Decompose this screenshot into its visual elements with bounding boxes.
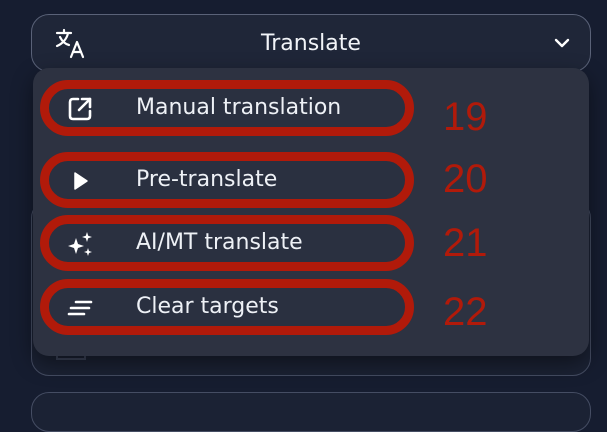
background-panel-lower: [31, 392, 591, 432]
step-number: 22: [443, 290, 488, 334]
chevron-down-icon[interactable]: [552, 35, 572, 51]
step-number: 19: [443, 95, 488, 139]
menu-item-clear-targets[interactable]: Clear targets: [40, 279, 414, 335]
menu-item-label: Clear targets: [136, 294, 279, 319]
translate-menu: Manual translation Pre-translate AI/MT t…: [33, 68, 589, 356]
sparkles-icon: [68, 232, 92, 256]
translate-dropdown-toggle[interactable]: Translate: [31, 14, 591, 72]
menu-item-manual-translation[interactable]: Manual translation: [40, 80, 414, 136]
step-number: 20: [443, 157, 488, 201]
menu-item-label: Pre-translate: [136, 167, 278, 192]
menu-item-ai-mt-translate[interactable]: AI/MT translate: [40, 215, 414, 271]
external-link-icon: [68, 97, 92, 121]
menu-item-label: AI/MT translate: [136, 230, 303, 255]
menu-item-pre-translate[interactable]: Pre-translate: [40, 152, 414, 208]
step-number: 21: [443, 221, 488, 265]
play-icon: [74, 172, 88, 190]
translate-label: Translate: [261, 31, 361, 56]
menu-item-label: Manual translation: [136, 95, 342, 120]
clear-lines-icon: [67, 300, 93, 316]
